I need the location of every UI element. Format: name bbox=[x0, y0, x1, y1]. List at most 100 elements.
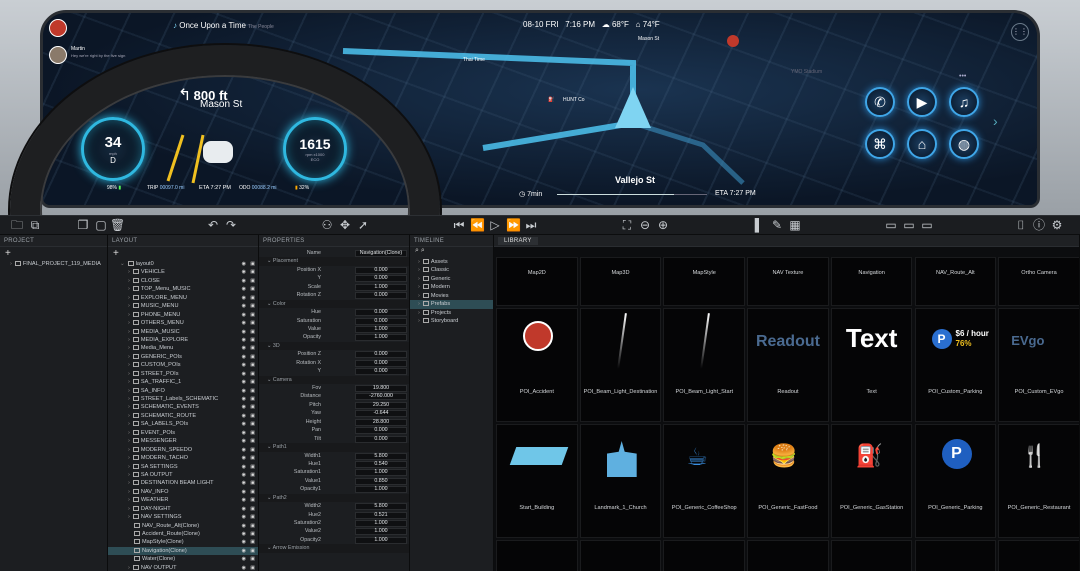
expand-arrow-icon[interactable]: › bbox=[128, 565, 130, 571]
select-icon[interactable]: ➚ bbox=[356, 218, 370, 232]
project-item[interactable]: › FINAL_PROJECT_119_MEDIA bbox=[0, 260, 107, 268]
lock-icon[interactable]: ▣ bbox=[250, 530, 255, 538]
expand-arrow-icon[interactable]: › bbox=[128, 269, 130, 275]
library-asset-tile[interactable]: EVgo POI_Custom_EVgo bbox=[998, 308, 1079, 422]
expand-arrow-icon[interactable]: › bbox=[128, 404, 130, 410]
layout-tree-item[interactable]: › VEHICLE ◉ ▣ bbox=[108, 268, 258, 276]
library-asset-tile[interactable]: POI_Accident bbox=[496, 308, 578, 422]
settings-gear-icon[interactable]: ⚙ bbox=[1050, 218, 1064, 232]
chevron-right-icon[interactable]: › bbox=[993, 113, 998, 129]
expand-arrow-icon[interactable]: › bbox=[128, 506, 130, 512]
layout-three-icon[interactable]: ▭ bbox=[920, 218, 934, 232]
layout-tree-item[interactable]: › OTHERS_MENU ◉ ▣ bbox=[108, 319, 258, 327]
layout-tree-item[interactable]: Accident_Route(Clone) ◉ ▣ bbox=[108, 530, 258, 538]
expand-arrow-icon[interactable]: › bbox=[128, 430, 130, 436]
property-value-field[interactable]: 0.000 bbox=[355, 427, 407, 435]
library-empty-tile[interactable] bbox=[747, 540, 829, 571]
prev-frame-icon[interactable]: ⏪ bbox=[470, 218, 485, 232]
property-value-field[interactable]: 0.521 bbox=[355, 511, 407, 519]
copy-icon[interactable]: ❐ bbox=[76, 218, 90, 232]
grid-icon[interactable]: ▦ bbox=[788, 218, 802, 232]
layout-tree-item[interactable]: › MODERN_TACHO ◉ ▣ bbox=[108, 454, 258, 462]
visibility-eye-icon[interactable]: ◉ bbox=[242, 403, 246, 411]
first-frame-icon[interactable]: ⏮ bbox=[452, 218, 466, 232]
lock-icon[interactable]: ▣ bbox=[250, 260, 255, 268]
lock-icon[interactable]: ▣ bbox=[250, 268, 255, 276]
lock-icon[interactable]: ▣ bbox=[250, 454, 255, 462]
visibility-eye-icon[interactable]: ◉ bbox=[242, 513, 246, 521]
layout-tree-item[interactable]: › DESTINATION BEAM LIGHT ◉ ▣ bbox=[108, 479, 258, 487]
phone-icon[interactable]: ✆ bbox=[865, 87, 895, 117]
property-value-field[interactable]: 0.000 bbox=[355, 266, 407, 274]
library-empty-tile[interactable] bbox=[579, 540, 662, 571]
visibility-eye-icon[interactable]: ◉ bbox=[242, 463, 246, 471]
expand-arrow-icon[interactable]: › bbox=[128, 413, 130, 419]
library-asset-tile[interactable]: Map3D bbox=[579, 257, 662, 306]
library-asset-tile[interactable]: Map2D bbox=[496, 257, 578, 306]
lock-icon[interactable]: ▣ bbox=[250, 277, 255, 285]
lock-icon[interactable]: ▣ bbox=[250, 547, 255, 555]
property-value-field[interactable]: 29.250 bbox=[355, 401, 407, 409]
layout-tree-item[interactable]: › TOP_Menu_MUSIC ◉ ▣ bbox=[108, 285, 258, 293]
lock-icon[interactable]: ▣ bbox=[250, 479, 255, 487]
library-asset-tile[interactable]: MapStyle bbox=[663, 257, 746, 306]
visibility-eye-icon[interactable]: ◉ bbox=[242, 538, 246, 546]
property-section-header[interactable]: ⌄ Camera bbox=[259, 375, 409, 384]
expand-arrow-icon[interactable]: › bbox=[418, 267, 420, 273]
expand-arrow-icon[interactable]: › bbox=[418, 276, 420, 282]
layout-tree-item[interactable]: › SA_LABELS_POIs ◉ ▣ bbox=[108, 420, 258, 428]
property-value-field[interactable]: 1.000 bbox=[355, 469, 407, 477]
visibility-eye-icon[interactable]: ◉ bbox=[242, 361, 246, 369]
lock-icon[interactable]: ▣ bbox=[250, 378, 255, 386]
property-value-field[interactable]: 1.000 bbox=[355, 536, 407, 544]
driver-avatar[interactable] bbox=[49, 46, 67, 64]
property-value-field[interactable]: 1.000 bbox=[355, 520, 407, 527]
layout-tree-item[interactable]: › STREET_POIs ◉ ▣ bbox=[108, 370, 258, 378]
expand-arrow-icon[interactable]: › bbox=[128, 447, 130, 453]
visibility-eye-icon[interactable]: ◉ bbox=[242, 488, 246, 496]
property-value-field[interactable]: 0.000 bbox=[355, 317, 407, 325]
library-asset-tile[interactable]: Text Text bbox=[830, 308, 913, 422]
library-asset-tile[interactable]: 🍴 POI_Generic_Restaurant bbox=[998, 424, 1079, 538]
visibility-eye-icon[interactable]: ◉ bbox=[242, 353, 246, 361]
expand-arrow-icon[interactable]: › bbox=[128, 286, 130, 292]
asset-folder-item[interactable]: › Generic bbox=[410, 275, 493, 283]
contact-avatar[interactable] bbox=[49, 19, 67, 37]
layout-tree-item[interactable]: Water(Clone) ◉ ▣ bbox=[108, 555, 258, 563]
layout-tree-item[interactable]: › MODERN_SPEEDO ◉ ▣ bbox=[108, 446, 258, 454]
visibility-eye-icon[interactable]: ◉ bbox=[242, 496, 246, 504]
layout-tree-item[interactable]: › PHONE_MENU ◉ ▣ bbox=[108, 311, 258, 319]
lock-icon[interactable]: ▣ bbox=[250, 446, 255, 454]
info-icon[interactable]: ⓘ bbox=[1032, 218, 1046, 232]
lock-icon[interactable]: ▣ bbox=[250, 555, 255, 563]
expand-arrow-icon[interactable]: › bbox=[128, 345, 130, 351]
visibility-eye-icon[interactable]: ◉ bbox=[242, 471, 246, 479]
layout-tree-item[interactable]: › SA_INFO ◉ ▣ bbox=[108, 387, 258, 395]
layout-tree-item[interactable]: › NAV_INFO ◉ ▣ bbox=[108, 488, 258, 496]
property-section-header[interactable]: ⌄ Placement bbox=[259, 257, 409, 266]
layout-tree-item[interactable]: › CLOSE ◉ ▣ bbox=[108, 277, 258, 285]
property-value-field[interactable]: 5.800 bbox=[355, 503, 407, 511]
library-asset-tile[interactable]: Ortho Camera bbox=[998, 257, 1079, 306]
library-asset-tile[interactable]: P $6 / hour 76% POI_Custom_Parking bbox=[914, 308, 997, 422]
property-value-field[interactable]: 0.000 bbox=[355, 359, 407, 367]
lock-icon[interactable]: ▣ bbox=[250, 513, 255, 521]
more-dots-icon[interactable]: ••• bbox=[959, 73, 966, 80]
property-value-field[interactable]: 19.800 bbox=[355, 385, 407, 392]
expand-arrow-icon[interactable]: › bbox=[128, 497, 130, 503]
expand-arrow-icon[interactable]: › bbox=[418, 293, 420, 299]
visibility-eye-icon[interactable]: ◉ bbox=[242, 378, 246, 386]
library-asset-tile[interactable]: ⛽ POI_Generic_GasStation bbox=[830, 424, 913, 538]
expand-arrow-icon[interactable]: › bbox=[128, 396, 130, 402]
play-icon[interactable]: ▷ bbox=[488, 218, 502, 232]
layout-tree-item[interactable]: › MESSENGER ◉ ▣ bbox=[108, 437, 258, 445]
library-asset-tile[interactable]: NAV Texture bbox=[747, 257, 829, 306]
property-value-field[interactable]: 5.800 bbox=[355, 452, 407, 460]
expand-arrow-icon[interactable]: › bbox=[418, 259, 420, 265]
property-value-field[interactable]: 1.000 bbox=[355, 528, 407, 536]
play-icon[interactable]: ▶ bbox=[907, 87, 937, 117]
next-frame-icon[interactable]: ⏩ bbox=[506, 218, 521, 232]
lock-icon[interactable]: ▣ bbox=[250, 463, 255, 471]
property-section-header[interactable]: ⌄ Path2 bbox=[259, 493, 409, 503]
layout-tree-item[interactable]: › SCHEMATIC_ROUTE ◉ ▣ bbox=[108, 412, 258, 420]
